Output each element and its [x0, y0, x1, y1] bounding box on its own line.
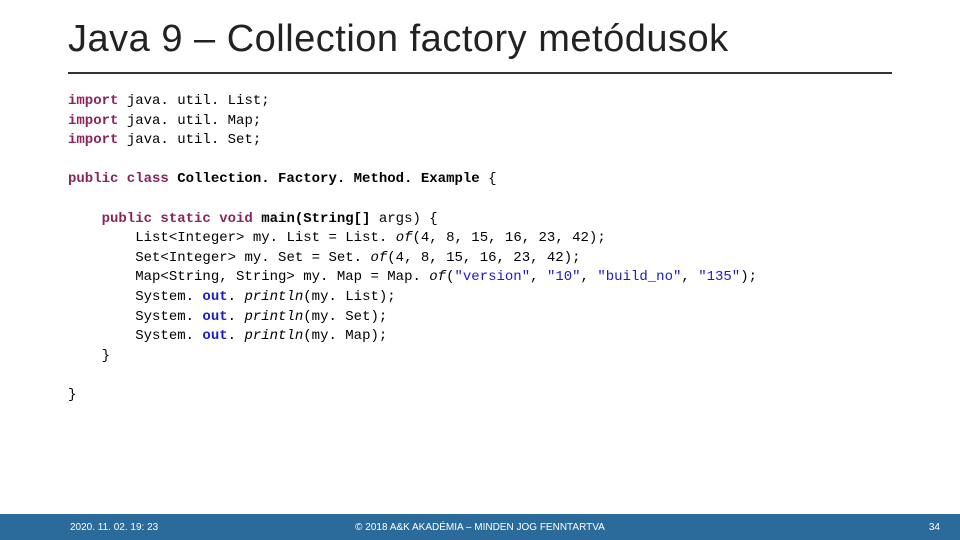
title-underline: [68, 72, 892, 74]
class-name: Collection. Factory. Method. Example: [177, 171, 488, 187]
string-literal: "build_no": [597, 269, 681, 285]
fn-println: println: [244, 289, 303, 305]
kw-method-sig: public static void: [68, 211, 261, 227]
kw-import: import: [68, 132, 118, 148]
code-text: = List.: [328, 230, 395, 246]
slide: Java 9 – Collection factory metódusok im…: [0, 0, 960, 540]
field-out: out: [202, 309, 227, 325]
code-text: .: [228, 289, 245, 305]
code-text: (4, 8, 15, 16, 23, 42);: [413, 230, 606, 246]
kw-import: import: [68, 113, 118, 129]
code-text: System.: [68, 309, 202, 325]
code-text: System.: [68, 328, 202, 344]
string-literal: "version": [455, 269, 531, 285]
code-text: }: [68, 387, 76, 403]
code-text: ,: [581, 269, 598, 285]
string-literal: "10": [547, 269, 581, 285]
code-text: (: [446, 269, 454, 285]
code-text: = Map.: [370, 269, 429, 285]
kw-import: import: [68, 93, 118, 109]
field-out: out: [202, 289, 227, 305]
code-text: java. util. List;: [118, 93, 269, 109]
code-text: }: [68, 348, 110, 364]
fn-of: of: [370, 250, 387, 266]
code-block: import java. util. List; import java. ut…: [68, 92, 757, 406]
code-text: (my. Set);: [303, 309, 387, 325]
code-text: .: [228, 309, 245, 325]
code-text: = Set.: [312, 250, 371, 266]
code-text: (4, 8, 15, 16, 23, 42);: [387, 250, 580, 266]
var-name: my. List: [253, 230, 329, 246]
fn-println: println: [244, 328, 303, 344]
code-text: {: [488, 171, 496, 187]
footer-copyright: © 2018 A&K AKADÉMIA – MINDEN JOG FENNTAR…: [0, 522, 960, 533]
code-text: java. util. Set;: [118, 132, 261, 148]
code-text: ,: [681, 269, 698, 285]
method-name: main(String[]: [261, 211, 379, 227]
kw-public-class: public class: [68, 171, 177, 187]
code-text: java. util. Map;: [118, 113, 261, 129]
code-text: args) {: [379, 211, 438, 227]
field-out: out: [202, 328, 227, 344]
code-text: (my. List);: [303, 289, 395, 305]
footer: 2020. 11. 02. 19: 23 © 2018 A&K AKADÉMIA…: [0, 514, 960, 540]
fn-of: of: [429, 269, 446, 285]
fn-println: println: [244, 309, 303, 325]
code-text: ,: [530, 269, 547, 285]
code-text: List<Integer>: [68, 230, 253, 246]
var-name: my. Set: [244, 250, 311, 266]
fn-of: of: [396, 230, 413, 246]
code-text: );: [740, 269, 757, 285]
code-text: System.: [68, 289, 202, 305]
code-text: Map<String, String>: [68, 269, 303, 285]
code-text: Set<Integer>: [68, 250, 244, 266]
slide-title: Java 9 – Collection factory metódusok: [68, 18, 729, 61]
code-text: (my. Map);: [303, 328, 387, 344]
slide-number: 34: [929, 522, 940, 533]
code-text: .: [228, 328, 245, 344]
string-literal: "135": [698, 269, 740, 285]
var-name: my. Map: [303, 269, 370, 285]
